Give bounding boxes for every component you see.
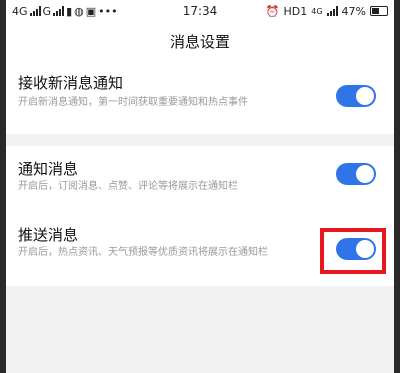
right-bezel bbox=[394, 0, 400, 373]
setting-description: 开启后，订阅消息、点赞、评论等将展示在通知栏 bbox=[18, 181, 238, 192]
toggle-knob bbox=[356, 87, 374, 105]
setting-title: 通知消息 bbox=[18, 160, 79, 178]
page-title: 消息设置 bbox=[6, 22, 394, 62]
toggle-knob bbox=[356, 165, 374, 183]
notification-toggle[interactable] bbox=[336, 163, 376, 185]
signal-3-icon bbox=[326, 6, 338, 16]
setting-row-notification: 通知消息 开启后，订阅消息、点赞、评论等将展示在通知栏 bbox=[6, 146, 394, 212]
receive-new-toggle[interactable] bbox=[336, 85, 376, 107]
setting-row-receive-new: 接收新消息通知 开启新消息通知，第一时间获取重要通知和热点事件 bbox=[6, 62, 394, 134]
network-label: 4G bbox=[311, 6, 323, 16]
hd-label: HD1 bbox=[283, 4, 308, 18]
settings-group-1: 接收新消息通知 开启新消息通知，第一时间获取重要通知和热点事件 bbox=[6, 62, 394, 134]
highlight-box bbox=[320, 228, 386, 274]
setting-description: 开启新消息通知，第一时间获取重要通知和热点事件 bbox=[18, 97, 248, 108]
battery-percent: 47% bbox=[341, 4, 366, 18]
setting-title: 推送消息 bbox=[18, 226, 79, 244]
status-bar: 4G G ▮ ◍ ▣ ••• 17:34 ⏰ HD1 4G 47% bbox=[6, 0, 394, 22]
battery-icon bbox=[370, 6, 388, 16]
setting-title: 接收新消息通知 bbox=[18, 74, 124, 92]
alarm-icon: ⏰ bbox=[265, 4, 280, 18]
phone-screen: 4G G ▮ ◍ ▣ ••• 17:34 ⏰ HD1 4G 47% 消息设置 接… bbox=[0, 0, 400, 373]
setting-description: 开启后，热点资讯、天气预报等优质资讯将展示在通知栏 bbox=[18, 247, 268, 258]
